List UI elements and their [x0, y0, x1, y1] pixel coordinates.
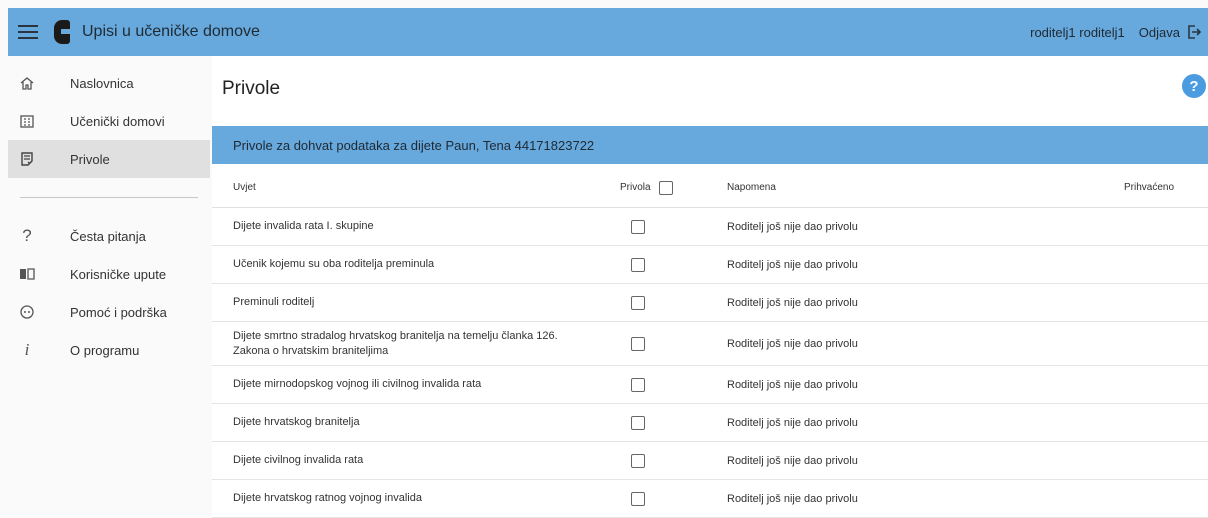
column-header-prihvaceno: Prihvaćeno — [1124, 182, 1175, 193]
app-title: Upisi u učeničke domove — [82, 23, 260, 40]
table-row: Dijete civilnog invalida rata Roditelj j… — [212, 442, 1208, 480]
row-uvjet: Dijete invalida rata I. skupine — [233, 220, 374, 232]
row-privola — [631, 415, 645, 430]
question-icon: ? — [22, 226, 32, 245]
sidebar-item-label: Naslovnica — [70, 75, 134, 91]
row-napomena: Roditelj još nije dao privolu — [727, 296, 858, 309]
main-content: Privole ? Privole za dohvat podataka za … — [212, 56, 1208, 518]
support-icon — [16, 304, 38, 320]
logout-icon — [1188, 25, 1202, 39]
row-napomena: Roditelj još nije dao privolu — [727, 416, 858, 429]
row-uvjet: Preminuli roditelj — [233, 296, 315, 308]
row-uvjet: Dijete hrvatskog ratnog vojnog invalida — [233, 492, 422, 504]
document-check-icon — [16, 151, 38, 167]
sidebar-item-o-programu[interactable]: i O programu — [8, 331, 210, 369]
table-row: Učenik kojemu su oba roditelja preminula… — [212, 246, 1208, 284]
sidebar-item-label: Korisničke upute — [70, 266, 167, 282]
sidebar-item-label: Privole — [70, 151, 110, 167]
privola-checkbox[interactable] — [631, 257, 645, 272]
table-row: Dijete hrvatskog ratnog vojnog invalida … — [212, 480, 1208, 518]
row-napomena: Roditelj još nije dao privolu — [727, 220, 858, 233]
panel-header: Privole za dohvat podataka za dijete Pau… — [212, 126, 1208, 164]
top-app-bar: Upisi u učeničke domove roditelj1 rodite… — [8, 8, 1208, 56]
help-button[interactable]: ? — [1182, 74, 1206, 98]
row-uvjet: Dijete smrtno stradalog hrvatskog branit… — [233, 329, 558, 357]
column-header-napomena: Napomena — [727, 182, 776, 193]
app-logo — [52, 18, 72, 46]
logout-label: Odjava — [1138, 24, 1180, 40]
column-header-privola: Privola — [620, 180, 673, 195]
privola-checkbox[interactable] — [631, 219, 645, 234]
privola-checkbox[interactable] — [631, 295, 645, 310]
home-icon — [16, 75, 38, 91]
select-all-checkbox[interactable] — [658, 180, 673, 195]
row-uvjet: Dijete civilnog invalida rata — [233, 454, 364, 466]
row-uvjet: Dijete hrvatskog branitelja — [233, 416, 360, 428]
row-privola — [631, 257, 645, 272]
row-privola — [631, 377, 645, 392]
sidebar-item-cesta-pitanja[interactable]: ? Česta pitanja — [8, 217, 210, 255]
sidebar-item-label: O programu — [70, 342, 140, 358]
row-uvjet: Učenik kojemu su oba roditelja preminula — [233, 258, 435, 270]
sidebar-item-label: Česta pitanja — [70, 228, 146, 244]
sidebar-item-label: Učenički domovi — [70, 113, 165, 129]
logout-button[interactable]: Odjava — [1139, 24, 1202, 40]
row-napomena: Roditelj još nije dao privolu — [727, 454, 858, 467]
table-row: Dijete invalida rata I. skupine Roditelj… — [212, 208, 1208, 246]
table-row: Dijete smrtno stradalog hrvatskog branit… — [212, 322, 1208, 366]
sidebar-item-privole[interactable]: Privole — [8, 140, 210, 178]
sidebar: Naslovnica Učenički domovi Privole ? Čes… — [8, 56, 210, 517]
sidebar-item-naslovnica[interactable]: Naslovnica — [8, 64, 210, 102]
row-napomena: Roditelj još nije dao privolu — [727, 492, 858, 505]
privola-checkbox[interactable] — [631, 453, 645, 468]
table-row: Dijete hrvatskog branitelja Roditelj još… — [212, 404, 1208, 442]
row-privola — [631, 336, 645, 351]
hamburger-menu-icon[interactable] — [18, 25, 38, 39]
sidebar-item-pomoc-i-podrska[interactable]: Pomoć i podrška — [8, 293, 210, 331]
sidebar-divider — [20, 197, 198, 198]
row-napomena: Roditelj još nije dao privolu — [727, 378, 858, 391]
table-header: Uvjet Privola Napomena Prihvaćeno — [212, 168, 1208, 208]
consent-table: Uvjet Privola Napomena Prihvaćeno Dijete… — [212, 168, 1208, 518]
column-header-uvjet: Uvjet — [233, 182, 256, 193]
book-icon — [16, 267, 38, 281]
row-uvjet: Dijete mirnodopskog vojnog ili civilnog … — [233, 378, 482, 390]
row-napomena: Roditelj još nije dao privolu — [727, 258, 858, 271]
building-icon — [16, 113, 38, 129]
row-privola — [631, 219, 645, 234]
table-row: Preminuli roditelj Roditelj još nije dao… — [212, 284, 1208, 322]
info-icon: i — [24, 340, 30, 359]
table-row: Dijete mirnodopskog vojnog ili civilnog … — [212, 366, 1208, 404]
row-napomena: Roditelj još nije dao privolu — [727, 337, 858, 350]
sidebar-item-label: Pomoć i podrška — [70, 304, 167, 320]
privola-checkbox[interactable] — [631, 491, 645, 506]
row-privola — [631, 295, 645, 310]
sidebar-item-korisnicke-upute[interactable]: Korisničke upute — [8, 255, 210, 293]
column-header-privola-label: Privola — [620, 182, 651, 193]
user-area: roditelj1 roditelj1 Odjava — [1030, 24, 1208, 40]
privola-checkbox[interactable] — [631, 377, 645, 392]
user-name: roditelj1 roditelj1 — [1030, 24, 1125, 40]
sidebar-item-ucenicki-domovi[interactable]: Učenički domovi — [8, 102, 210, 140]
page-title: Privole — [222, 78, 281, 99]
row-privola — [631, 453, 645, 468]
row-privola — [631, 491, 645, 506]
privola-checkbox[interactable] — [631, 415, 645, 430]
privola-checkbox[interactable] — [631, 336, 645, 351]
